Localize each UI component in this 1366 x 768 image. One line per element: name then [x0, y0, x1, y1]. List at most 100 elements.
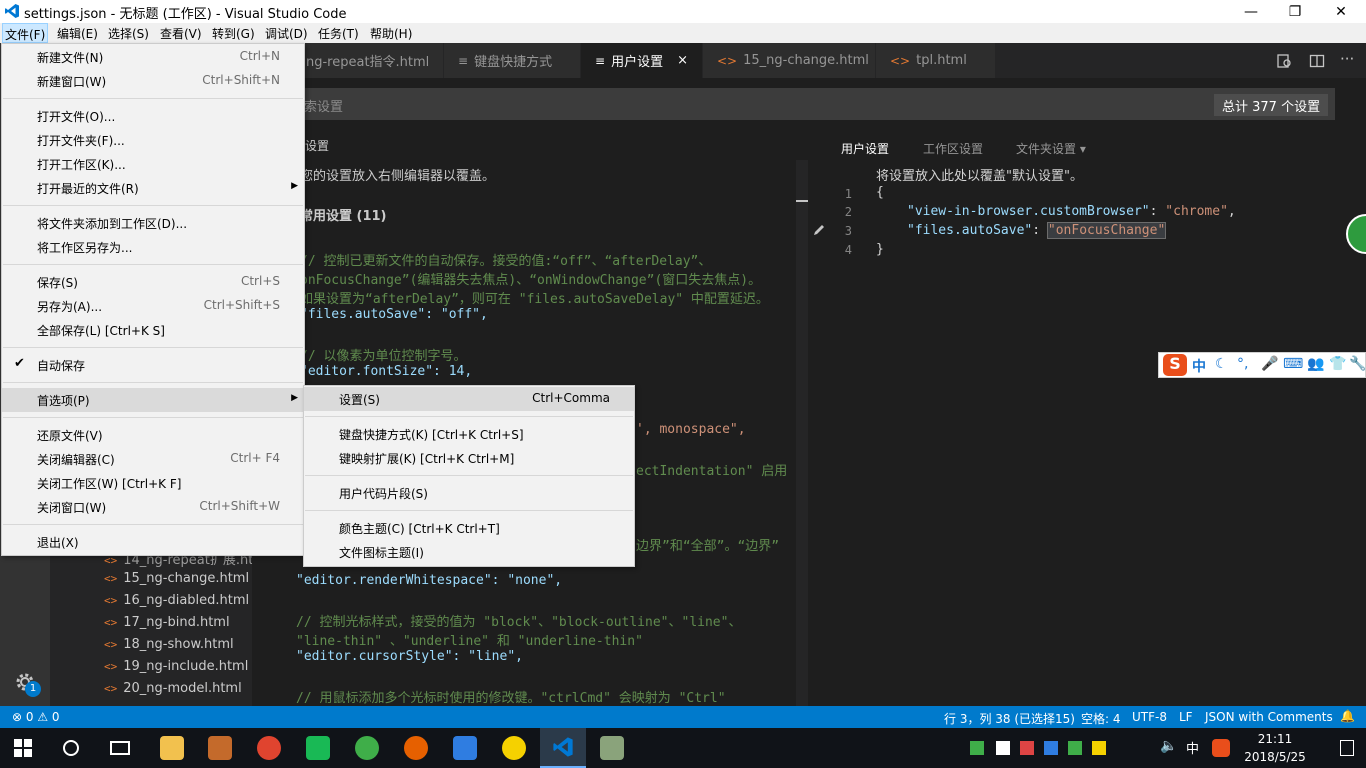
menu-edit[interactable]: 编辑(E): [57, 25, 98, 42]
open-settings-json-icon[interactable]: [1276, 53, 1292, 69]
menu-item-open-file[interactable]: 打开文件(O)...: [2, 104, 304, 128]
menu-item-save-as[interactable]: 另存为(A)... Ctrl+Shift+S: [2, 294, 304, 318]
menu-item-preferences[interactable]: 首选项(P) ▶: [2, 388, 304, 412]
tab-user-settings-scope[interactable]: 用户设置: [841, 140, 889, 157]
tray-app-icon[interactable]: [1020, 741, 1034, 755]
menu-item-close-editor[interactable]: 关闭编辑器(C) Ctrl+ F4: [2, 447, 304, 471]
taskbar-vscode-active[interactable]: [540, 728, 586, 768]
tray-360-icon[interactable]: [1092, 741, 1106, 755]
360-security-icon[interactable]: [502, 736, 526, 760]
minimize-button[interactable]: —: [1228, 0, 1274, 23]
firefox-icon[interactable]: [404, 736, 428, 760]
tab-keyboard-shortcuts[interactable]: ≡ 键盘快捷方式: [444, 43, 581, 78]
menu-item-settings[interactable]: 设置(S) Ctrl+Comma: [304, 387, 634, 411]
tab-ng-change[interactable]: <> 15_ng-change.html: [703, 43, 876, 78]
default-settings-header: 设置: [305, 139, 330, 153]
json-key: "view-in-browser.customBrowser": [907, 204, 1150, 219]
menu-item-color-theme[interactable]: 颜色主题(C) [Ctrl+K Ctrl+T]: [304, 516, 634, 540]
menu-item-open-folder[interactable]: 打开文件夹(F)...: [2, 128, 304, 152]
iqiyi-icon[interactable]: [306, 736, 330, 760]
menu-item-close-workspace[interactable]: 关闭工作区(W) [Ctrl+K F]: [2, 471, 304, 495]
problems-indicator[interactable]: ⊗ 0 ⚠ 0: [12, 710, 60, 724]
moon-icon[interactable]: ☾: [1215, 356, 1228, 372]
image-viewer-icon[interactable]: [600, 736, 624, 760]
cursor-position[interactable]: 行 3，列 38 (已选择15): [944, 710, 1075, 727]
menu-item-keymap-extensions[interactable]: 键映射扩展(K) [Ctrl+K Ctrl+M]: [304, 446, 634, 470]
user-icon[interactable]: 👥: [1307, 356, 1324, 372]
file-item[interactable]: <> 19_ng-include.html: [104, 659, 248, 674]
close-window-button[interactable]: ✕: [1318, 0, 1364, 23]
action-center-icon[interactable]: [1340, 740, 1354, 756]
menu-item-revert-file[interactable]: 还原文件(V): [2, 423, 304, 447]
split-editor-icon[interactable]: [1309, 53, 1325, 69]
system-clock[interactable]: 21:11 2018/5/25: [1240, 730, 1310, 766]
line-number: 3: [844, 224, 852, 238]
menu-item-new-file[interactable]: 新建文件(N) Ctrl+N: [2, 45, 304, 69]
file-item[interactable]: <> 20_ng-model.html: [104, 681, 242, 696]
menu-item-save-all[interactable]: 全部保存(L) [Ctrl+K S]: [2, 318, 304, 342]
ime-language[interactable]: 中: [1192, 356, 1206, 376]
keyboard-icon[interactable]: ⌨: [1283, 356, 1303, 372]
menu-item-save[interactable]: 保存(S) Ctrl+S: [2, 270, 304, 294]
skin-icon[interactable]: 👕: [1329, 356, 1346, 372]
indentation-setting[interactable]: 空格: 4: [1081, 710, 1121, 727]
menu-item-user-snippets[interactable]: 用户代码片段(S): [304, 481, 634, 505]
task-view-icon[interactable]: [110, 741, 130, 755]
feather-app-icon[interactable]: [453, 736, 477, 760]
wrench-icon[interactable]: 🔧: [1349, 356, 1366, 372]
microphone-icon[interactable]: 🎤: [1261, 356, 1278, 372]
tab-tpl[interactable]: <> tpl.html: [876, 43, 996, 78]
menu-selection[interactable]: 选择(S): [108, 25, 149, 42]
file-item[interactable]: <> 16_ng-diabled.html: [104, 593, 249, 608]
menu-debug[interactable]: 调试(D): [265, 25, 308, 42]
tray-feather-icon[interactable]: [1044, 741, 1058, 755]
search-icon[interactable]: [63, 740, 79, 756]
tray-upload-icon[interactable]: [970, 741, 984, 755]
menu-item-open-recent[interactable]: 打开最近的文件(R) ▶: [2, 176, 304, 200]
tab-workspace-settings[interactable]: 工作区设置: [923, 140, 983, 157]
punctuation-icon[interactable]: °,: [1237, 356, 1248, 372]
menu-file[interactable]: 文件(F): [2, 23, 49, 43]
chrome-icon[interactable]: [257, 736, 281, 760]
more-actions-icon[interactable]: ···: [1340, 50, 1354, 68]
menu-item-keyboard-shortcuts[interactable]: 键盘快捷方式(K) [Ctrl+K Ctrl+S]: [304, 422, 634, 446]
notification-bell-icon[interactable]: 🔔: [1340, 709, 1355, 723]
tab-user-settings[interactable]: ≡ 用户设置 ×: [581, 43, 703, 78]
encoding-setting[interactable]: UTF-8: [1132, 710, 1167, 724]
menu-item-close-window[interactable]: 关闭窗口(W) Ctrl+Shift+W: [2, 495, 304, 519]
tray-shield-icon[interactable]: [1068, 741, 1082, 755]
menu-view[interactable]: 查看(V): [160, 25, 202, 42]
volume-icon[interactable]: 🔈: [1160, 738, 1177, 754]
menu-item-new-window[interactable]: 新建窗口(W) Ctrl+Shift+N: [2, 69, 304, 93]
windows-start-icon[interactable]: [14, 739, 32, 757]
file-item[interactable]: <> 18_ng-show.html: [104, 637, 234, 652]
tray-doc-icon[interactable]: [996, 741, 1010, 755]
menu-item-file-icon-theme[interactable]: 文件图标主题(I): [304, 540, 634, 564]
menu-item-add-folder-to-workspace[interactable]: 将文件夹添加到工作区(D)...: [2, 211, 304, 235]
ime-toolbar[interactable]: S 中 ☾ °, 🎤 ⌨ 👥 👕 🔧: [1158, 352, 1366, 378]
sublime-icon[interactable]: [208, 736, 232, 760]
close-icon[interactable]: ×: [677, 53, 688, 68]
360-browser-icon[interactable]: [355, 736, 379, 760]
menu-goto[interactable]: 转到(G): [212, 25, 255, 42]
menu-item-exit[interactable]: 退出(X): [2, 530, 304, 554]
tab-folder-settings[interactable]: 文件夹设置 ▾: [1016, 140, 1086, 157]
input-language[interactable]: 中: [1186, 738, 1199, 757]
file-item[interactable]: <> 17_ng-bind.html: [104, 615, 230, 630]
language-mode[interactable]: JSON with Comments: [1205, 710, 1333, 724]
edit-pencil-icon[interactable]: [812, 223, 826, 237]
tab-ng-repeat[interactable]: ng-repeat指令.html: [292, 43, 444, 78]
tray-sogou-icon[interactable]: [1212, 739, 1230, 757]
menu-tasks[interactable]: 任务(T): [318, 25, 359, 42]
left-pane-scrollbar[interactable]: [796, 160, 808, 706]
file-name: 17_ng-bind.html: [123, 615, 230, 630]
menu-item-open-workspace[interactable]: 打开工作区(K)...: [2, 152, 304, 176]
menu-item-save-workspace-as[interactable]: 将工作区另存为...: [2, 235, 304, 259]
settings-search-input[interactable]: 索设置: [252, 88, 1335, 120]
eol-setting[interactable]: LF: [1179, 710, 1193, 724]
menu-help[interactable]: 帮助(H): [370, 25, 412, 42]
menu-item-auto-save[interactable]: ✔ 自动保存: [2, 353, 304, 377]
file-explorer-icon[interactable]: [160, 736, 184, 760]
file-item[interactable]: <> 15_ng-change.html: [104, 571, 249, 586]
maximize-button[interactable]: ❐: [1272, 0, 1318, 23]
